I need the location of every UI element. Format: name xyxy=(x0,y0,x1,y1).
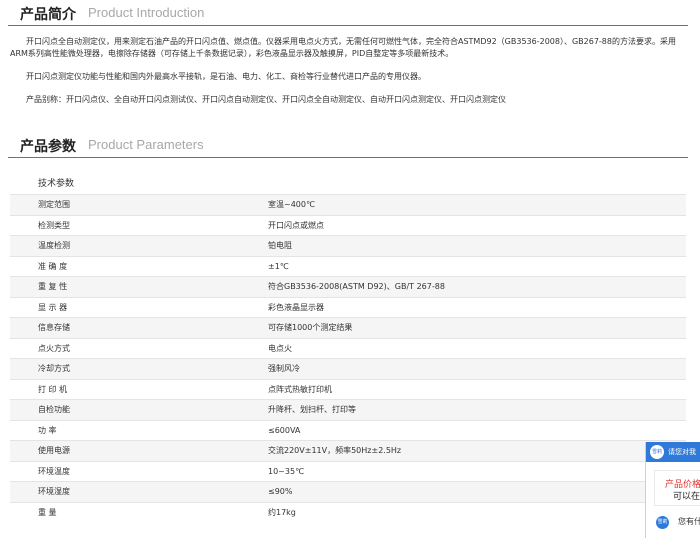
chat-price-card[interactable]: 产品价格 可以在 xyxy=(654,470,700,506)
spec-value: 升降杆、划扫杆、打印等 xyxy=(240,399,686,420)
chat-card-text: 可以在 xyxy=(673,492,700,502)
spec-key: 冷却方式 xyxy=(10,358,240,379)
spec-row: 信息存储 可存储1000个测定结果 xyxy=(10,317,686,338)
spec-value: 可存储1000个测定结果 xyxy=(240,317,686,338)
spec-value: 交流220V±11V，频率50Hz±2.5Hz xyxy=(240,440,686,461)
spec-key: 点火方式 xyxy=(10,337,240,359)
spec-row: 使用电源 交流220V±11V，频率50Hz±2.5Hz xyxy=(10,440,686,461)
intro-paragraph-1: 开口闪点全自动测定仪，用来测定石油产品的开口闪点值、燃点值。仪器采用电点火方式，… xyxy=(10,37,676,58)
params-title-en: Product Parameters xyxy=(88,137,204,152)
spec-value: 铂电阻 xyxy=(240,235,686,256)
spec-key: 打 印 机 xyxy=(10,378,240,400)
spec-row: 检测类型 开口闪点或燃点 xyxy=(10,214,686,236)
spec-key: 环境湿度 xyxy=(10,481,240,502)
params-title-cn: 产品参数 xyxy=(20,139,76,155)
spec-row: 功 率 ≤600VA xyxy=(10,419,686,441)
spec-value: 强制风冷 xyxy=(240,358,686,379)
chat-header[interactable]: 雪莉 请您对我 xyxy=(646,442,700,462)
spec-row: 冷却方式 强制风冷 xyxy=(10,358,686,379)
chat-agent-avatar: 雪莉 xyxy=(656,516,669,529)
spec-value: ±1℃ xyxy=(240,255,686,277)
chat-message: 您有什 xyxy=(678,517,700,526)
spec-key: 重 量 xyxy=(10,501,240,523)
spec-key: 功 率 xyxy=(10,419,240,441)
spec-row: 点火方式 电点火 xyxy=(10,337,686,359)
chat-widget[interactable]: 雪莉 请您对我 产品价格 可以在 雪莉 您有什 xyxy=(645,442,700,538)
intro-title-cn: 产品简介 xyxy=(20,7,76,23)
intro-paragraph-2: 开口闪点测定仪功能与性能和国内外最高水平接轨，是石油、电力、化工、商检等行业替代… xyxy=(26,72,426,81)
spec-key: 检测类型 xyxy=(10,214,240,236)
params-section-header: 产品参数 Product Parameters xyxy=(8,134,688,158)
spec-key: 自检功能 xyxy=(10,399,240,420)
spec-key: 测定范围 xyxy=(10,194,240,215)
spec-value: 点阵式热敏打印机 xyxy=(240,378,686,400)
spec-row: 重 复 性符合GB3536-2008(ASTM D92)、GB/T 267-88 xyxy=(10,276,686,297)
chat-avatar: 雪莉 xyxy=(650,445,664,459)
spec-value: 电点火 xyxy=(240,337,686,359)
spec-value: 开口闪点或燃点 xyxy=(240,214,686,236)
spec-key: 重 复 性 xyxy=(10,276,240,297)
spec-value: ≤90% xyxy=(240,481,686,502)
spec-row: 环境温度 10~35℃ xyxy=(10,460,686,482)
spec-key: 使用电源 xyxy=(10,440,240,461)
spec-row: 显 示 器彩色液晶显示器 xyxy=(10,296,686,318)
intro-section-header: 产品简介 Product Introduction xyxy=(8,2,688,26)
intro-paragraph-3: 产品别称：开口闪点仪、全自动开口闪点测试仪、开口闪点自动测定仪、开口闪点全自动测… xyxy=(26,95,506,104)
spec-row: 打 印 机点阵式热敏打印机 xyxy=(10,378,686,400)
spec-value: 约17kg xyxy=(240,501,686,523)
spec-row: 自检功能 升降杆、划扫杆、打印等 xyxy=(10,399,686,420)
spec-key: 显 示 器 xyxy=(10,296,240,318)
spec-subtitle: 技术参数 xyxy=(38,179,75,189)
chat-header-text: 请您对我 xyxy=(668,448,696,456)
spec-value: 彩色液晶显示器 xyxy=(240,296,686,318)
spec-row: 准 确 度 ±1℃ xyxy=(10,255,686,277)
spec-key: 温度检测 xyxy=(10,235,240,256)
spec-key: 信息存储 xyxy=(10,317,240,338)
spec-row: 温度检测 铂电阻 xyxy=(10,235,686,256)
spec-row: 环境湿度 ≤90% xyxy=(10,481,686,502)
spec-value: ≤600VA xyxy=(240,419,686,441)
spec-row: 测定范围 室温~400℃ xyxy=(10,194,686,215)
intro-title-en: Product Introduction xyxy=(88,5,205,20)
spec-row: 重 量约17kg xyxy=(10,501,686,523)
spec-value: 10~35℃ xyxy=(240,460,686,482)
spec-table: 测定范围 室温~400℃ 检测类型 开口闪点或燃点 温度检测 铂电阻准 确 度 ±1℃ 重 复… xyxy=(10,194,686,523)
spec-key: 准 确 度 xyxy=(10,255,240,277)
spec-value: 符合GB3536-2008(ASTM D92)、GB/T 267-88 xyxy=(240,276,686,297)
spec-key: 环境温度 xyxy=(10,460,240,482)
spec-value: 室温~400℃ xyxy=(240,194,686,215)
